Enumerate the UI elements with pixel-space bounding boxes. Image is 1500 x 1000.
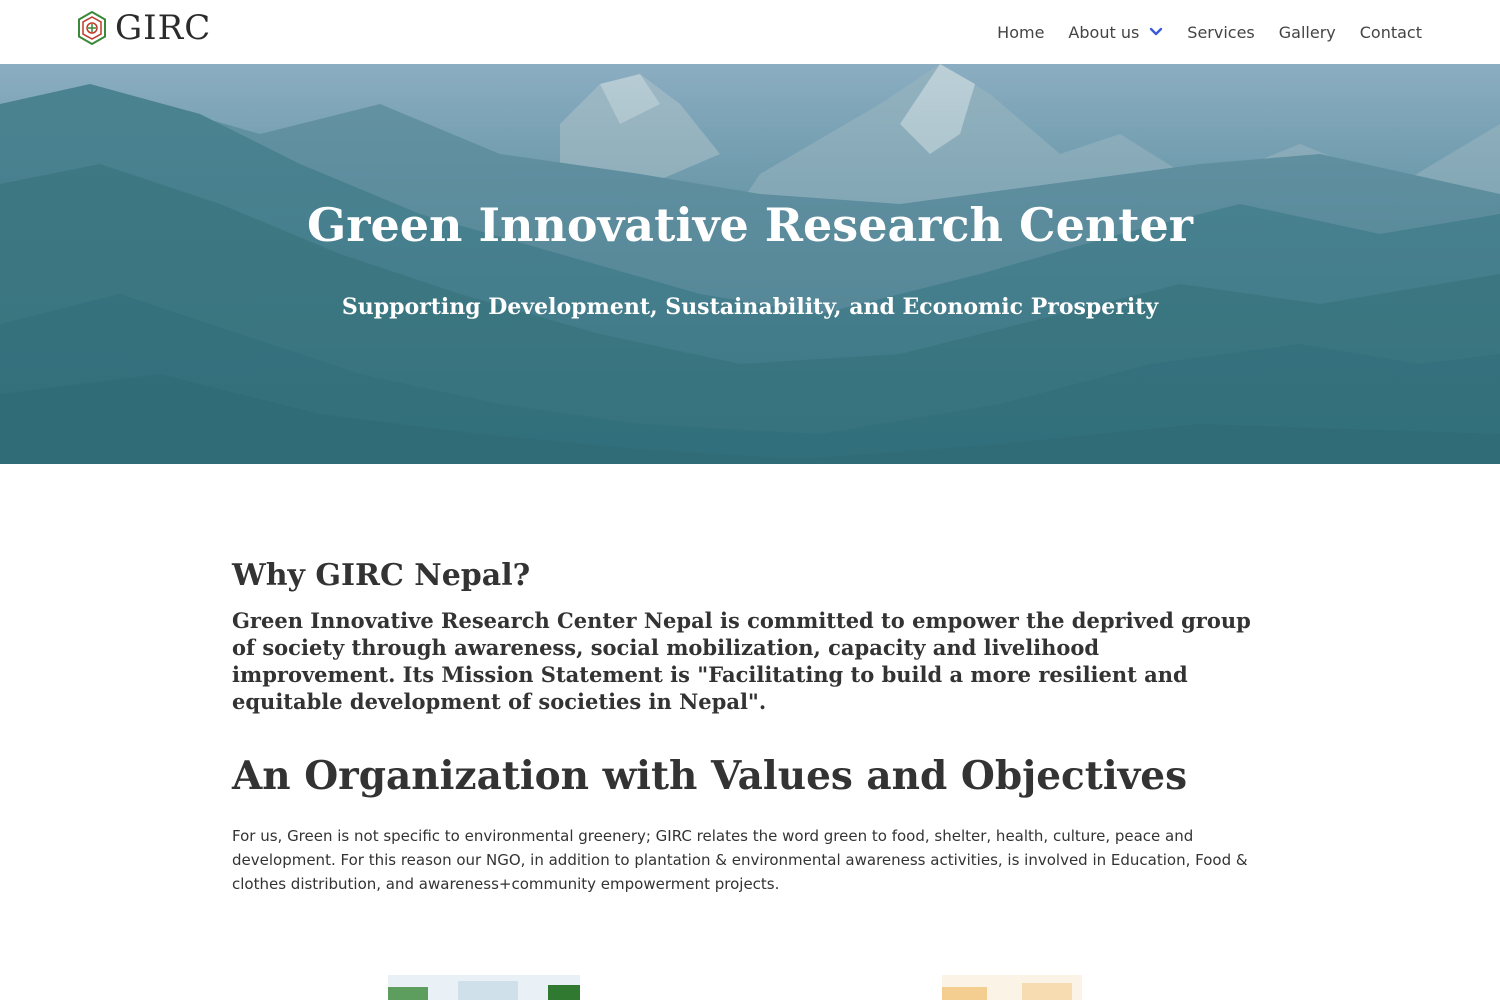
site-header: GIRC Home About us Services Gallery Cont… [0,0,1500,64]
nav-about-us[interactable]: About us [1068,23,1163,42]
why-girc-heading: Why GIRC Nepal? [232,558,531,593]
nav-home[interactable]: Home [997,23,1044,42]
nav-services[interactable]: Services [1187,23,1254,42]
main-content: Why GIRC Nepal? Green Innovative Researc… [232,556,1262,896]
project-image-left[interactable] [388,975,580,1000]
hero-title: Green Innovative Research Center [306,198,1194,252]
mission-statement: Green Innovative Research Center Nepal i… [232,608,1251,714]
project-image-right[interactable] [942,975,1082,1000]
girc-logo-icon [78,11,106,45]
mountain-landscape-image [0,64,1500,464]
nav-contact[interactable]: Contact [1360,23,1422,42]
brand-link[interactable]: GIRC [77,8,211,48]
main-nav: Home About us Services Gallery Contact [973,0,1422,64]
hero-banner: Green Innovative Research Center Support… [0,64,1500,464]
values-description: For us, Green is not specific to environ… [232,826,1248,893]
brand-name: GIRC [115,8,212,48]
nav-gallery[interactable]: Gallery [1279,23,1336,42]
values-heading: An Organization with Values and Objectiv… [232,753,1188,799]
chevron-down-icon[interactable] [1149,27,1163,37]
hero-subtitle: Supporting Development, Sustainability, … [341,294,1159,320]
nav-about-us-label: About us [1068,22,1140,42]
